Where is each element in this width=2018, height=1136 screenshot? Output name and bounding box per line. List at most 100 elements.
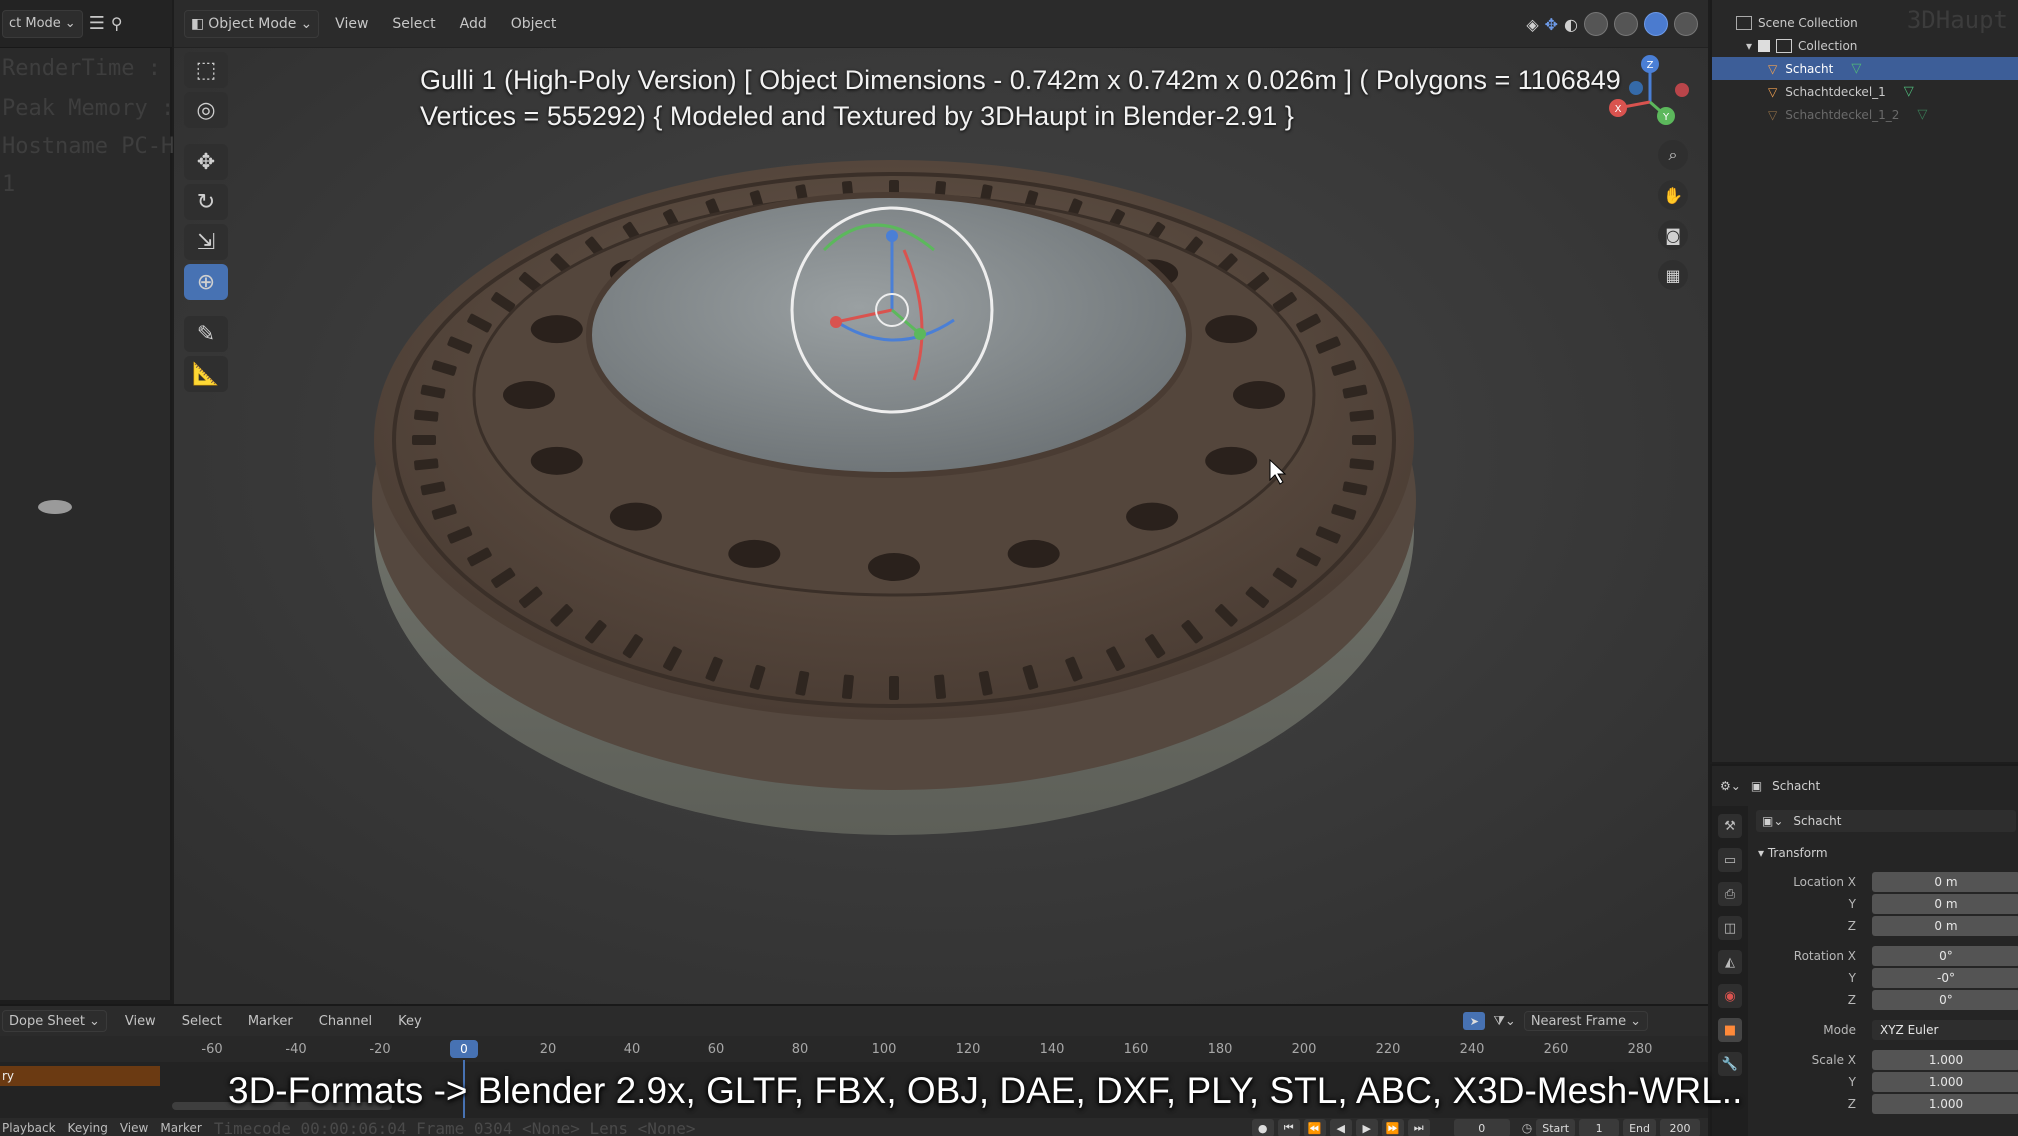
select-tool-icon[interactable]: ⬚	[184, 52, 228, 88]
clock-icon: ◷	[1521, 1121, 1533, 1135]
menu-view[interactable]: View	[327, 12, 376, 36]
expand-arrow-icon[interactable]: ▾	[1746, 39, 1752, 53]
timeline-menu-marker[interactable]: Marker	[240, 1010, 301, 1033]
left-panel-header: ct Mode ⌄ ☰ ⚲	[0, 0, 172, 48]
camera-view-icon[interactable]: ◙	[1658, 220, 1688, 250]
keying-menu[interactable]: Keying	[68, 1121, 108, 1135]
timeline-menu-channel[interactable]: Channel	[311, 1010, 380, 1033]
footer-view-menu[interactable]: View	[120, 1121, 148, 1135]
transform-tool-icon[interactable]: ⊕	[184, 264, 228, 300]
material-shading-button[interactable]	[1644, 12, 1668, 36]
object-mode-dropdown[interactable]: ◧ Object Mode ⌄	[184, 9, 320, 38]
scale-x-field[interactable]: 1.000	[1872, 1050, 2018, 1070]
mesh-data-icon[interactable]: ▽	[1917, 107, 1927, 122]
editor-type-icon[interactable]: ⚙⌄	[1720, 779, 1741, 793]
filter-icon[interactable]: ⧩⌄	[1493, 1014, 1516, 1029]
annotate-tool-icon[interactable]: ✎	[184, 316, 228, 352]
object-name-field[interactable]: ▣⌄ Schacht	[1756, 810, 2016, 832]
prev-key-icon[interactable]: ⏪	[1303, 1119, 1326, 1136]
record-icon[interactable]: ●	[1251, 1119, 1274, 1136]
tool-tab-icon[interactable]: ⚒	[1718, 814, 1742, 838]
outliner-label: Schachtdeckel_1_2	[1785, 107, 1900, 122]
current-frame-indicator[interactable]: 0	[450, 1040, 478, 1058]
collection-icon	[1776, 38, 1793, 53]
footer-marker-menu[interactable]: Marker	[160, 1121, 201, 1135]
visibility-icon[interactable]: ◈	[1526, 15, 1538, 34]
current-frame-field[interactable]: 0	[1453, 1119, 1510, 1136]
rotation-y-field[interactable]: -0°	[1872, 968, 2018, 988]
measure-tool-icon[interactable]: 📐	[184, 356, 228, 392]
outliner: 3DHaupt Scene Collection ▾ Collection ▽ …	[1710, 0, 2018, 762]
location-z-label: Z	[1847, 919, 1856, 933]
only-selected-icon[interactable]: ➤	[1463, 1012, 1486, 1030]
menu-add[interactable]: Add	[452, 12, 495, 36]
light-object-icon[interactable]	[38, 500, 72, 514]
timeline-menu-key[interactable]: Key	[390, 1010, 430, 1033]
end-frame-field[interactable]: 200	[1660, 1119, 1700, 1136]
rendered-shading-button[interactable]	[1674, 12, 1698, 36]
scale-z-field[interactable]: 1.000	[1872, 1094, 2018, 1114]
editor-type-dropdown[interactable]: Dope Sheet ⌄	[2, 1010, 107, 1032]
outliner-row-schacht[interactable]: ▽ Schacht ▽	[1712, 57, 2018, 80]
mode-label: ct Mode	[9, 16, 61, 31]
outliner-row-schachtdeckel-1[interactable]: ▽ Schachtdeckel_1 ▽	[1712, 80, 2018, 103]
rotate-tool-icon[interactable]: ↻	[184, 184, 228, 220]
link-icon[interactable]: ⚲	[111, 14, 123, 33]
outliner-row-schachtdeckel-1-2[interactable]: ▽ Schachtdeckel_1_2 ▽	[1712, 103, 2018, 126]
pan-hand-icon[interactable]: ✋	[1658, 180, 1688, 210]
gizmo-toggle-icon[interactable]: ✥	[1545, 15, 1558, 34]
timeline-menu-select[interactable]: Select	[174, 1010, 230, 1033]
timeline-menu-view[interactable]: View	[117, 1010, 164, 1033]
jump-start-icon[interactable]: ⏮	[1277, 1119, 1300, 1136]
rotation-x-label: Rotation X	[1793, 949, 1856, 963]
menu-object[interactable]: Object	[503, 12, 565, 36]
next-key-icon[interactable]: ⏩	[1381, 1119, 1404, 1136]
ruler-tick: 240	[1459, 1042, 1485, 1057]
hole	[609, 502, 662, 531]
mode-dropdown[interactable]: ct Mode ⌄	[2, 9, 83, 38]
mesh-data-icon[interactable]: ▽	[1904, 84, 1914, 99]
snap-mode-label: Nearest Frame	[1530, 1013, 1627, 1029]
outliner-row-collection[interactable]: ▾ Collection	[1712, 34, 2018, 57]
cursor-tool-icon[interactable]: ◎	[184, 92, 228, 128]
rotation-z-field[interactable]: 0°	[1872, 990, 2018, 1010]
ruler-tick: 200	[1291, 1042, 1317, 1057]
menu-select[interactable]: Select	[384, 12, 443, 36]
grid-view-icon[interactable]: ▦	[1658, 260, 1688, 290]
scale-y-field[interactable]: 1.000	[1872, 1072, 2018, 1092]
summary-channel[interactable]: ry	[0, 1066, 160, 1086]
location-x-label: Location X	[1793, 875, 1856, 889]
play-icon[interactable]: ▶	[1355, 1119, 1378, 1136]
checkbox-icon[interactable]	[1758, 39, 1771, 52]
3d-viewport[interactable]: Z X Y ◧ Object Mode ⌄ View Select Add Ob…	[174, 0, 1708, 1004]
object-mode-label: Object Mode	[208, 15, 297, 32]
mesh-object-icon: ▽	[1768, 61, 1778, 76]
render-tab-icon[interactable]: ▭	[1718, 848, 1742, 872]
model-info-line2: Vertices = 555292) { Modeled and Texture…	[420, 101, 1294, 131]
rotation-y-label: Y	[1848, 971, 1856, 985]
location-z-field[interactable]: 0 m	[1872, 916, 2018, 936]
location-x-field[interactable]: 0 m	[1872, 872, 2018, 892]
location-y-field[interactable]: 0 m	[1872, 894, 2018, 914]
hamburger-icon[interactable]: ☰	[89, 13, 105, 34]
rotation-mode-dropdown[interactable]: XYZ Euler	[1872, 1020, 2018, 1040]
snap-mode-dropdown[interactable]: Nearest Frame ⌄	[1523, 1011, 1648, 1031]
outliner-label: Schachtdeckel_1	[1785, 84, 1886, 99]
transform-panel-header[interactable]: ▾ Transform	[1758, 846, 1828, 860]
mesh-data-icon[interactable]: ▽	[1851, 61, 1861, 76]
overlay-toggle-icon[interactable]: ◐	[1564, 15, 1578, 34]
rotation-x-field[interactable]: 0°	[1872, 946, 2018, 966]
playback-menu[interactable]: Playback	[2, 1121, 56, 1135]
wireframe-shading-button[interactable]	[1584, 12, 1608, 36]
play-reverse-icon[interactable]: ◀	[1329, 1119, 1352, 1136]
start-frame-field[interactable]: 1	[1579, 1119, 1620, 1136]
jump-end-icon[interactable]: ⏭	[1407, 1119, 1430, 1136]
model-info-overlay: Gulli 1 (High-Poly Version) [ Object Dim…	[420, 62, 1621, 134]
solid-shading-button[interactable]	[1614, 12, 1638, 36]
move-tool-icon[interactable]: ✥	[184, 144, 228, 180]
scale-tool-icon[interactable]: ⇲	[184, 224, 228, 260]
zoom-icon[interactable]: ⌕	[1658, 140, 1688, 170]
manhole-model[interactable]	[372, 160, 1416, 835]
frame-ruler[interactable]: -60 -40 -20 20 40 60 80 100 120 140 160 …	[0, 1036, 1708, 1062]
outliner-row-scene-collection[interactable]: Scene Collection	[1712, 11, 2018, 34]
